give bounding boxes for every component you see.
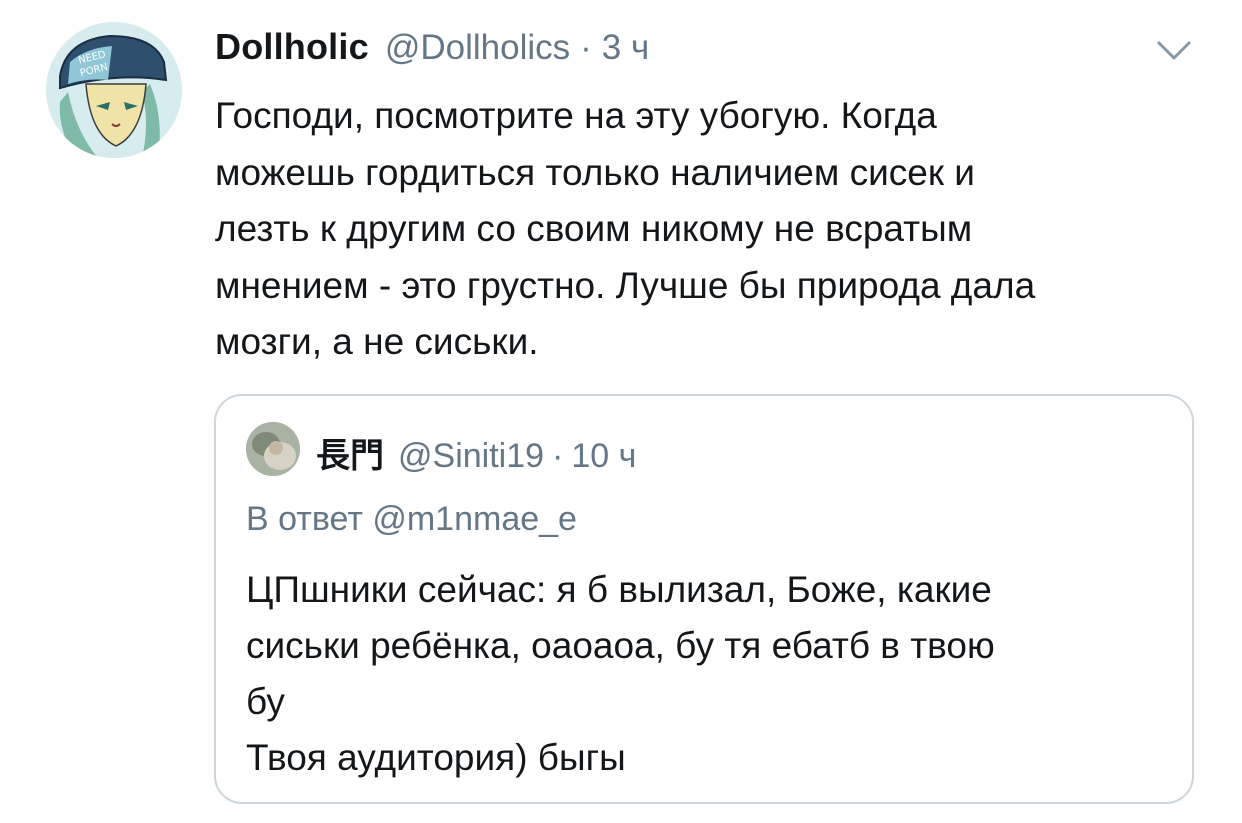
separator-dot: · <box>580 28 592 67</box>
anime-avatar-icon: NEED PORN <box>46 22 182 158</box>
quoted-tweet-text: ЦПшники сейчас: я б вылизал, Боже, какие… <box>246 562 1176 786</box>
quoted-author-display-name[interactable]: 長門 <box>316 428 384 477</box>
quoted-tweet-timestamp[interactable]: 10 ч <box>571 437 636 476</box>
reply-context[interactable]: В ответ @m1nmae_e <box>246 500 577 539</box>
tweet-text-line: лезть к другим со своим никому не всраты… <box>215 208 973 249</box>
tweet-timestamp[interactable]: 3 ч <box>602 28 649 68</box>
tweet-text: Господи, посмотрите на эту убогую. Когда… <box>215 88 1205 371</box>
quoted-tweet-header: 長門 @Siniti19 · 10 ч <box>316 428 636 477</box>
photo-avatar-icon <box>246 422 300 476</box>
quoted-text-line: сиськи ребёнка, оаоаоа, бу тя ебатб в тв… <box>246 625 995 666</box>
tweet-text-line: мозги, а не сиськи. <box>215 321 539 362</box>
quoted-author-handle[interactable]: @Siniti19 <box>398 437 544 476</box>
tweet-text-line: можешь гордиться только наличием сисек и <box>215 151 975 193</box>
quoted-text-line: Твоя аудитория) быгы <box>246 737 626 778</box>
quoted-tweet-card[interactable]: 長門 @Siniti19 · 10 ч В ответ @m1nmae_e ЦП… <box>214 394 1194 804</box>
tweet[interactable]: NEED PORN Dollholic @Dollholics · 3 ч Го… <box>0 0 1242 823</box>
tweet-header: Dollholic @Dollholics · 3 ч <box>215 26 649 72</box>
tweet-text-line: Господи, посмотрите на эту убогую. Когда <box>215 95 937 136</box>
chevron-down-icon[interactable] <box>1156 40 1192 62</box>
quoted-text-line: ЦПшники сейчас: я б вылизал, Боже, какие <box>246 569 992 610</box>
quoted-text-line: бу <box>246 681 285 722</box>
separator-dot: · <box>552 437 564 475</box>
author-handle[interactable]: @Dollholics <box>385 28 570 68</box>
author-display-name[interactable]: Dollholic <box>215 26 369 68</box>
tweet-text-line: мнением - это грустно. Лучше бы природа … <box>215 264 1036 306</box>
author-avatar[interactable]: NEED PORN <box>46 22 182 158</box>
quoted-author-avatar[interactable] <box>246 422 300 476</box>
